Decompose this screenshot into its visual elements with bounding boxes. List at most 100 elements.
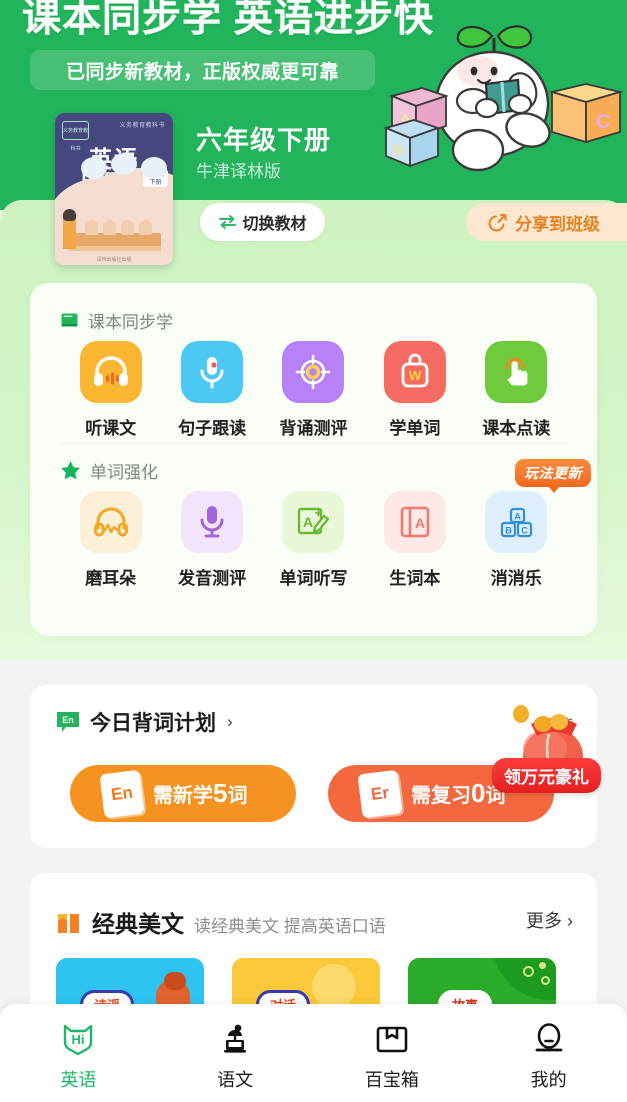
feature-label-dictation: 单词听写 bbox=[279, 569, 348, 588]
tab-label-profile: 我的 bbox=[530, 1070, 567, 1090]
review-words-count: 0 bbox=[471, 778, 486, 808]
switch-textbook-label: 切换教材 bbox=[242, 216, 307, 233]
word-plan-header[interactable]: En 今日背词计划 › bbox=[55, 707, 233, 737]
feature-label-listen: 听课文 bbox=[85, 419, 137, 438]
classic-essay-title: 经典美文 bbox=[92, 911, 184, 937]
feature-label-pronunciation: 发音测评 bbox=[178, 569, 247, 588]
block-b-icon: B bbox=[383, 119, 441, 168]
abc-blocks-icon-box: A B C bbox=[485, 491, 548, 553]
new-words-suffix: 词 bbox=[227, 785, 248, 807]
swap-icon bbox=[219, 215, 237, 229]
feature-item-learn-words[interactable]: W 学单词 bbox=[364, 341, 465, 439]
book-publisher: 译林出版社出版 bbox=[96, 257, 132, 263]
tap-hand-icon bbox=[505, 358, 528, 386]
feature-label-recite: 背诵测评 bbox=[279, 419, 348, 438]
svg-text:A: A bbox=[303, 514, 313, 530]
classic-essay-subtitle: 读经典美文 提高英语口语 bbox=[194, 917, 386, 936]
feature-item-match-game[interactable]: A B C 消消乐 bbox=[466, 491, 567, 589]
abc-blocks-icon: A B C bbox=[501, 507, 533, 538]
new-words-prefix: 需新学 bbox=[153, 785, 213, 807]
svg-text:B: B bbox=[505, 526, 512, 537]
share-icon bbox=[488, 213, 507, 231]
hi-shield-icon: Hi bbox=[64, 1024, 93, 1056]
textbook-cover[interactable]: 义务教育教科书 义务教育教科书 英语 English 六年级 下册 译林出版社出… bbox=[55, 113, 173, 265]
share-to-class-button[interactable]: 分享到班级 bbox=[466, 203, 627, 241]
tab-english[interactable]: Hi 英语 bbox=[0, 1004, 157, 1102]
bottom-tab-bar: Hi 英语 语文 百宝箱 我的 bbox=[0, 1004, 627, 1102]
new-words-count: 5 bbox=[213, 778, 228, 808]
word-plan-buttons: En 需新学5词 Er 需复习0词 bbox=[70, 765, 554, 822]
notebook-a-icon: A bbox=[400, 506, 430, 538]
section-header-vocab: 单词强化 bbox=[60, 458, 158, 483]
headphones-wave-icon bbox=[93, 507, 128, 537]
feature-item-pronunciation[interactable]: 发音测评 bbox=[161, 491, 262, 589]
microphone-icon-box bbox=[181, 341, 244, 403]
review-words-prefix: 需复习 bbox=[411, 785, 471, 807]
switch-textbook-button[interactable]: 切换教材 bbox=[200, 203, 325, 241]
section-header-sync: 课本同步学 bbox=[60, 308, 173, 333]
target-icon bbox=[296, 354, 331, 390]
feature-item-recite[interactable]: 背诵测评 bbox=[263, 341, 364, 439]
classic-essay-header: 经典美文 读经典美文 提高英语口语 bbox=[56, 905, 386, 939]
svg-text:Hi: Hi bbox=[72, 1032, 85, 1047]
word-plan-title: 今日背词计划 bbox=[90, 712, 216, 735]
feature-item-point-read[interactable]: 课本点读 bbox=[466, 341, 567, 439]
tab-label-toolbox: 百宝箱 bbox=[364, 1070, 419, 1090]
tab-profile[interactable]: 我的 bbox=[470, 1004, 627, 1102]
feature-item-listen[interactable]: 听课文 bbox=[60, 341, 161, 439]
en-card-badge: En bbox=[99, 769, 145, 818]
target-icon-box bbox=[282, 341, 345, 403]
block-c-icon: C bbox=[548, 83, 624, 144]
tab-toolbox[interactable]: 百宝箱 bbox=[314, 1004, 471, 1102]
mascot-illustration: A B C bbox=[383, 25, 624, 172]
header-subtitle-pill: 已同步新教材，正版权威更可靠 bbox=[30, 50, 375, 90]
er-card-badge: Er bbox=[357, 769, 403, 818]
feature-label-learn-words: 学单词 bbox=[389, 419, 441, 438]
headphones-icon bbox=[93, 356, 128, 386]
tab-label-english: 英语 bbox=[60, 1070, 97, 1090]
feature-card: 课本同步学 听课文 句子跟读 背诵测评 W 学单词 课本点读 单词强化 玩法更新… bbox=[30, 283, 597, 636]
classic-essay-more-button[interactable]: 更多 › bbox=[526, 907, 573, 933]
desk-lamp-icon bbox=[224, 1024, 247, 1053]
headphones-wave-icon-box bbox=[79, 491, 142, 553]
feature-label-sentence-read: 句子跟读 bbox=[178, 419, 247, 438]
more-label: 更多 bbox=[525, 911, 562, 931]
tap-hand-icon-box bbox=[485, 341, 548, 403]
feature-label-wordbook: 生词本 bbox=[389, 569, 441, 588]
section-title-sync: 课本同步学 bbox=[88, 313, 173, 332]
app-root: 课本同步学 英语进步快 已同步新教材，正版权威更可靠 A B C 义务教育教科书… bbox=[0, 0, 627, 1102]
notebook-a-icon-box: A bbox=[383, 491, 446, 553]
svg-text:C: C bbox=[596, 111, 610, 133]
gift-promo-tag[interactable]: 领万元豪礼 bbox=[492, 758, 601, 793]
share-to-class-label: 分享到班级 bbox=[515, 214, 600, 234]
open-book-icon bbox=[58, 914, 79, 933]
star-icon bbox=[61, 461, 80, 480]
microphone-purple-icon-box bbox=[181, 491, 244, 553]
tab-chinese[interactable]: 语文 bbox=[157, 1004, 314, 1102]
sync-icon-row: 听课文 句子跟读 背诵测评 W 学单词 课本点读 bbox=[60, 341, 567, 439]
edition-label: 牛津译林版 bbox=[196, 162, 281, 181]
header-subtitle-text: 已同步新教材，正版权威更可靠 bbox=[65, 61, 339, 83]
feature-item-wordbook[interactable]: A 生词本 bbox=[364, 491, 465, 589]
svg-text:C: C bbox=[521, 526, 528, 537]
a-plus-paper-icon: A bbox=[298, 507, 330, 535]
svg-text:A: A bbox=[415, 515, 425, 531]
svg-text:W: W bbox=[409, 368, 422, 383]
grade-title: 六年级下册 bbox=[196, 125, 332, 155]
headphones-icon-box bbox=[79, 341, 142, 403]
svg-text:A: A bbox=[514, 512, 521, 523]
tab-label-chinese: 语文 bbox=[217, 1070, 254, 1090]
review-words-text: 需复习0词 bbox=[411, 778, 505, 809]
feature-item-dictation[interactable]: A 单词听写 bbox=[263, 491, 364, 589]
toolbox-icon bbox=[376, 1026, 408, 1053]
microphone-icon bbox=[200, 506, 224, 538]
feature-item-ear-training[interactable]: 磨耳朵 bbox=[60, 491, 161, 589]
word-bag-icon-box: W bbox=[383, 341, 446, 403]
feature-item-sentence-read[interactable]: 句子跟读 bbox=[161, 341, 262, 439]
feature-label-point-read: 课本点读 bbox=[482, 419, 551, 438]
new-words-button[interactable]: En 需新学5词 bbox=[70, 765, 296, 822]
microphone-icon bbox=[200, 357, 224, 389]
book-icon bbox=[61, 313, 78, 327]
vocab-icon-row: 磨耳朵 发音测评 A 单词听写 A 生词本 A B C 消消乐 bbox=[60, 491, 567, 589]
feature-label-match-game: 消消乐 bbox=[490, 569, 542, 588]
